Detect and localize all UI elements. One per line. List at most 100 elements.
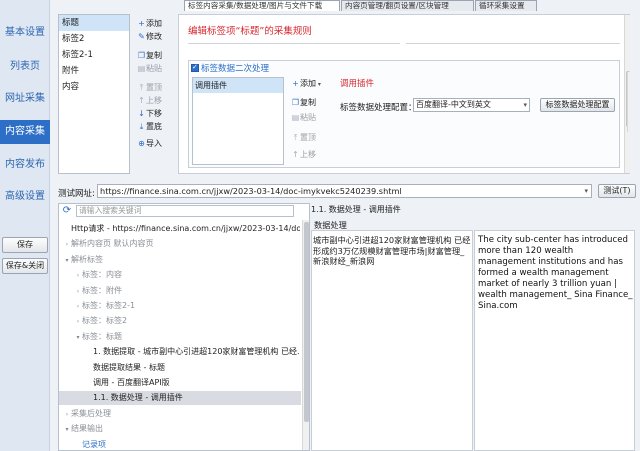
chevron-right-icon[interactable]: › [63,408,71,421]
arrow-top-icon: ⤒ [139,83,144,92]
tree-row-label: 标签：附件 [82,285,122,295]
label-import-button[interactable]: ⊕导入 [137,138,162,150]
tree-row-label: 标签：标题 [82,331,122,341]
tree-row-label: 记录项 [82,439,106,449]
label-up-button[interactable]: ↑上移 [137,95,162,107]
test-url-input[interactable]: https://finance.sina.com.cn/jjxw/2023-03… [97,184,592,198]
scrollbar-thumb[interactable] [304,222,309,422]
config-select[interactable]: 百度翻译-中文到英文 ▾ [413,98,530,112]
tree-row[interactable]: › 采集后处理 [63,407,300,421]
test-url-label: 测试网址: [58,189,95,199]
tree-row[interactable]: 1.1. 数据处理 - 调用插件 [59,391,301,406]
arrow-top-icon: ⤒ [293,133,298,142]
plugin-add-button[interactable]: +添加 ▾ [291,78,321,90]
chevron-down-icon[interactable]: ▾ [63,423,71,436]
plugin-up-button[interactable]: ↑上移 [291,149,316,161]
secondary-processing-checkbox[interactable] [191,63,199,72]
tree-row[interactable]: ▾ 结果输出 [63,422,300,436]
tree-row[interactable]: › 解析内容页 默认内容页 [63,237,300,251]
plugin-top-button[interactable]: ⤒ 置顶 [291,132,316,144]
tree-row[interactable]: 记录项 [74,438,300,451]
plugin-heading: 调用插件 [340,79,375,89]
tree-row-label: 标签：标签2 [82,316,128,326]
label-item-content[interactable]: 内容 [59,79,129,95]
label-item-tag2[interactable]: 标签2 [59,31,129,47]
plus-icon: + [138,19,145,28]
tree-row[interactable]: 1. 数据提取 - 城市副中心引进超120家财富管理机构 已经... [85,345,300,359]
tree-row-label: Http请求 - https://finance.sina.com.cn/jjx… [71,224,300,233]
plugin-item[interactable]: 调用插件 [193,78,283,93]
tree-search-input[interactable]: 请输入搜索关键词 [76,205,294,217]
divider [406,43,620,44]
nav-content-publish[interactable]: 内容发布 [0,154,50,176]
chevron-right-icon[interactable]: › [74,285,82,298]
sub-scrollbar[interactable] [627,72,630,132]
tree-row[interactable]: Http请求 - https://finance.sina.com.cn/jjx… [63,222,300,236]
label-item-tag2-1[interactable]: 标签2-1 [59,47,129,63]
tree-row[interactable]: 调用 - 百度翻译API版 [85,376,300,390]
detail-tab[interactable]: 1.1. 数据处理 - 调用插件 [311,204,401,215]
save-button[interactable]: 保存 [2,237,48,253]
arrow-bottom-icon: ⤓ [139,122,144,131]
chevron-right-icon[interactable]: › [63,238,71,251]
tree-row-label: 采集后处理 [71,408,111,418]
refresh-icon[interactable]: ⟳ [61,205,73,217]
tree-scrollbar[interactable] [302,220,309,450]
test-button[interactable]: 测试(T) [598,184,636,198]
tree-row[interactable]: › 标签：附件 [74,284,300,298]
plugin-copy-button[interactable]: ❐复制 [291,97,316,109]
label-top-button[interactable]: ⤒ 置顶 [137,82,162,94]
plus-icon: + [292,79,299,88]
chevron-right-icon[interactable]: › [74,269,82,282]
left-nav: 基本设置 列表页 网址采集 内容采集 内容发布 高级设置 保存 保存&关闭 [0,0,50,451]
label-copy-button[interactable]: ❐复制 [137,50,162,62]
chevron-right-icon[interactable]: › [74,300,82,313]
nav-content-collect[interactable]: 内容采集 [0,120,50,144]
nav-url-collect[interactable]: 网址采集 [0,88,50,110]
label-list: 标题 标签2 标签2-1 附件 内容 [58,14,130,174]
tree-row[interactable]: ▾ 解析标签 [63,253,300,267]
paste-icon: ▤ [291,113,300,122]
tree-row[interactable]: › 标签：内容 [74,268,300,282]
tree-row-label: 1. 数据提取 - 城市副中心引进超120家财富管理机构 已经... [93,347,300,357]
label-toolbar: +添加 ✎修改 ❐复制 ▤粘贴 ⤒ 置顶 ↑上移 ↓下移 ⤓ 置底 ⊕导入 [137,18,177,158]
arrow-up-icon: ↑ [138,96,145,105]
chevron-right-icon[interactable]: › [74,315,82,328]
chevron-down-icon[interactable]: ▾ [74,331,82,344]
nav-list-page[interactable]: 列表页 [0,56,50,78]
plugin-list: 调用插件 [192,77,284,165]
tree-row-label: 标签：标签2-1 [82,301,136,310]
chevron-down-icon[interactable]: ▾ [63,254,71,267]
import-icon: ⊕ [138,139,145,148]
plugin-paste-button[interactable]: ▤粘贴 [291,112,316,124]
nav-basic-settings[interactable]: 基本设置 [0,22,50,44]
tree-row-label: 调用 - 百度翻译API版 [93,378,170,387]
tab-content-page[interactable]: 内容页管理/翻页设置/区块管理 [341,0,474,11]
tab-label-content[interactable]: 标签内容采集/数据处理/图片与文件下载 [184,0,340,11]
output-text: The city sub-center has introduced more … [478,235,633,311]
arrow-up-icon: ↑ [292,150,299,159]
label-edit-button[interactable]: ✎修改 [137,31,162,43]
chevron-down-icon: ▾ [316,81,321,88]
copy-icon: ❐ [291,98,300,107]
save-close-button[interactable]: 保存&关闭 [2,258,48,274]
config-label: 标签数据处理配置： [340,103,417,113]
label-down-button[interactable]: ↓下移 [137,108,162,120]
label-add-button[interactable]: +添加 [137,18,162,30]
tree-row[interactable]: 数据提取结果 - 标题 [85,361,300,375]
config-button[interactable]: 标签数据处理配置 [540,98,615,112]
label-item-title[interactable]: 标题 [59,15,129,31]
tab-loop-settings[interactable]: 循环采集设置 [475,0,537,11]
input-text: 城市副中心引进超120家财富管理机构 已经形成约3万亿规模财富管理市场|财富管理… [313,235,471,266]
pencil-icon: ✎ [138,32,145,41]
label-item-attachment[interactable]: 附件 [59,63,129,79]
tree-row-label: 解析标签 [71,254,103,264]
label-paste-button[interactable]: ▤粘贴 [137,63,162,75]
nav-advanced-settings[interactable]: 高级设置 [0,186,50,208]
copy-icon: ❐ [137,51,146,60]
tree-row[interactable]: ▾ 标签：标题 [74,330,300,344]
tree-row[interactable]: › 标签：标签2 [74,314,300,328]
tree-row[interactable]: › 标签：标签2-1 [74,299,300,313]
label-bottom-button[interactable]: ⤓ 置底 [137,121,162,133]
paste-icon: ▤ [137,64,146,73]
